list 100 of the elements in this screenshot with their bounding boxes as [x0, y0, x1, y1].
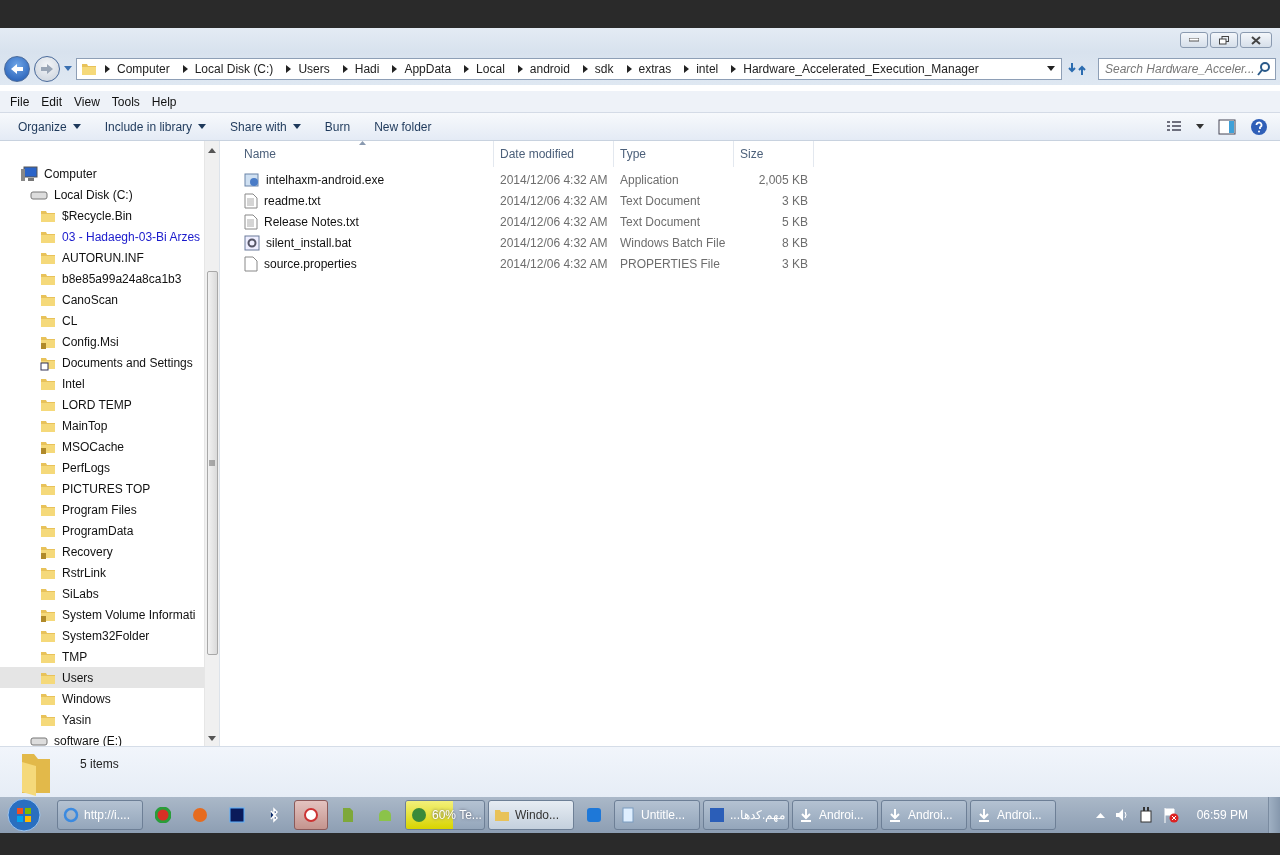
flag-error-icon[interactable] — [1162, 807, 1179, 823]
file-name[interactable]: source.properties — [238, 255, 494, 272]
breadcrumb[interactable]: Users — [293, 61, 335, 76]
toolbar-button[interactable]: Organize — [10, 119, 89, 134]
tree-item[interactable]: Intel — [0, 373, 204, 394]
breadcrumb-arrow-icon[interactable] — [517, 64, 523, 73]
start-button[interactable] — [4, 798, 44, 832]
tree-item[interactable]: System32Folder — [0, 625, 204, 646]
breadcrumb[interactable]: Computer — [112, 61, 175, 76]
computer-icon — [20, 165, 38, 182]
scroll-down-icon[interactable] — [208, 736, 216, 741]
tree-item[interactable]: Config.Msi — [0, 331, 204, 352]
breadcrumb[interactable]: Hadi — [349, 61, 385, 76]
gear-document-icon — [244, 234, 260, 251]
breadcrumb-arrow-icon[interactable] — [684, 64, 690, 73]
tree-item[interactable]: PerfLogs — [0, 457, 204, 478]
breadcrumb-arrow-icon[interactable] — [342, 64, 348, 73]
table-cell-text: 2014/12/06 4:32 AM — [499, 172, 609, 187]
close-button[interactable] — [1240, 32, 1272, 48]
breadcrumb-arrow-icon[interactable] — [582, 64, 588, 73]
tree-item[interactable]: SiLabs — [0, 583, 204, 604]
tree-item[interactable]: MainTop — [0, 415, 204, 436]
tree-item[interactable]: Documents and Settings — [0, 352, 204, 373]
tree-item[interactable]: Yasin — [0, 709, 204, 730]
taskbar-window-button[interactable]: Windo... — [488, 800, 574, 830]
search-field[interactable]: Search Hardware_Acceler... — [1098, 57, 1276, 80]
tree-item[interactable]: Users — [0, 667, 204, 688]
breadcrumb[interactable]: android — [524, 61, 575, 76]
power-plug-icon[interactable] — [1138, 807, 1153, 823]
breadcrumb[interactable]: Local Disk (C:) — [189, 61, 279, 76]
minimize-icon — [1189, 38, 1199, 42]
taskbar-pinned-button[interactable] — [294, 800, 328, 830]
breadcrumb[interactable]: AppData — [399, 61, 457, 76]
column-header[interactable]: Date modified — [494, 141, 614, 167]
tree-item[interactable]: Local Disk (C:) — [0, 184, 204, 205]
help-icon[interactable] — [1250, 117, 1268, 136]
breadcrumb-arrow-icon[interactable] — [182, 64, 188, 73]
file-name[interactable]: Release Notes.txt — [238, 213, 494, 230]
download-icon — [887, 807, 903, 823]
scroll-up-icon[interactable] — [208, 148, 216, 153]
menu-item[interactable]: File — [4, 94, 36, 109]
menu-item[interactable]: Help — [145, 94, 183, 109]
breadcrumb-arrow-icon[interactable] — [105, 64, 110, 73]
close-icon — [1251, 35, 1261, 45]
tree-item[interactable]: LORD TEMP — [0, 394, 204, 415]
menu-item[interactable]: Edit — [35, 94, 69, 109]
menu-item[interactable]: Tools — [105, 94, 146, 109]
tree-item[interactable]: b8e85a99a24a8ca1b3 — [0, 268, 204, 289]
table-cell-text: PROPERTIES File — [619, 256, 721, 271]
table-cell-text: Windows Batch File — [619, 235, 727, 250]
tree-item[interactable]: MSOCache — [0, 436, 204, 457]
tree-item[interactable]: PICTURES TOP — [0, 478, 204, 499]
search-icon — [1257, 61, 1271, 76]
column-header[interactable]: Name — [238, 141, 494, 167]
address-bar[interactable]: Computer Local Disk (C:) Users Hadi AppData Local android sdk extras intel Hardware_Accelerated_Execution_Manager — [76, 57, 1062, 80]
tree-item[interactable]: AUTORUN.INF — [0, 247, 204, 268]
breadcrumb-arrow-icon[interactable] — [464, 64, 470, 73]
file-name[interactable]: readme.txt — [238, 192, 494, 209]
column-header[interactable]: Type — [614, 141, 734, 167]
preview-pane-icon[interactable] — [1218, 118, 1236, 135]
breadcrumb[interactable]: sdk — [589, 61, 619, 76]
tree-item[interactable]: Computer — [0, 163, 204, 184]
forward-button[interactable] — [34, 55, 60, 82]
toolbar-button[interactable]: Share with — [222, 119, 309, 134]
tree-item[interactable]: TMP — [0, 646, 204, 667]
view-list-icon[interactable] — [1166, 119, 1182, 134]
installer-icon — [244, 171, 260, 188]
tree-item[interactable]: RstrLink — [0, 562, 204, 583]
toolbar-button[interactable]: Burn — [316, 119, 359, 134]
tree-item[interactable]: ProgramData — [0, 520, 204, 541]
table-cell-text: 2014/12/06 4:32 AM — [499, 235, 609, 250]
download-icon — [976, 807, 992, 823]
tree-item[interactable]: CL — [0, 310, 204, 331]
tree-item[interactable]: System Volume Informati — [0, 604, 204, 625]
back-button[interactable] — [4, 55, 30, 82]
file-name[interactable]: intelhaxm-android.exe — [238, 171, 494, 188]
tree-item[interactable]: Windows — [0, 688, 204, 709]
breadcrumb[interactable]: Local — [471, 61, 510, 76]
breadcrumb[interactable]: Hardware_Accelerated_Execution_Manager — [738, 61, 984, 76]
toolbar-button[interactable]: Include in library — [96, 119, 215, 134]
tree-item[interactable]: CanoScan — [0, 289, 204, 310]
tree-item[interactable]: $Recycle.Bin — [0, 205, 204, 226]
breadcrumb-arrow-icon[interactable] — [392, 64, 398, 73]
file-name[interactable]: silent_install.bat — [238, 234, 494, 251]
tree-item[interactable]: 03 - Hadaegh-03-Bi Arzes — [0, 226, 204, 247]
breadcrumb-arrow-icon[interactable] — [626, 64, 632, 73]
breadcrumb-arrow-icon[interactable] — [286, 64, 292, 73]
table-cell-text: Text Document — [619, 214, 702, 229]
tree-item[interactable]: Program Files — [0, 499, 204, 520]
tree-item[interactable]: Recovery — [0, 541, 204, 562]
toolbar-button[interactable]: New folder — [366, 119, 440, 134]
restore-button[interactable] — [1210, 32, 1238, 48]
breadcrumb[interactable]: intel — [691, 61, 724, 76]
breadcrumb-arrow-icon[interactable] — [731, 64, 737, 73]
menu-item[interactable]: View — [68, 94, 106, 109]
table-cell-text: Application — [619, 172, 680, 187]
breadcrumb[interactable]: extras — [633, 61, 677, 76]
column-header[interactable]: Size — [734, 141, 814, 167]
scrollbar[interactable] — [204, 141, 219, 746]
scrollbar-thumb[interactable] — [206, 271, 218, 655]
